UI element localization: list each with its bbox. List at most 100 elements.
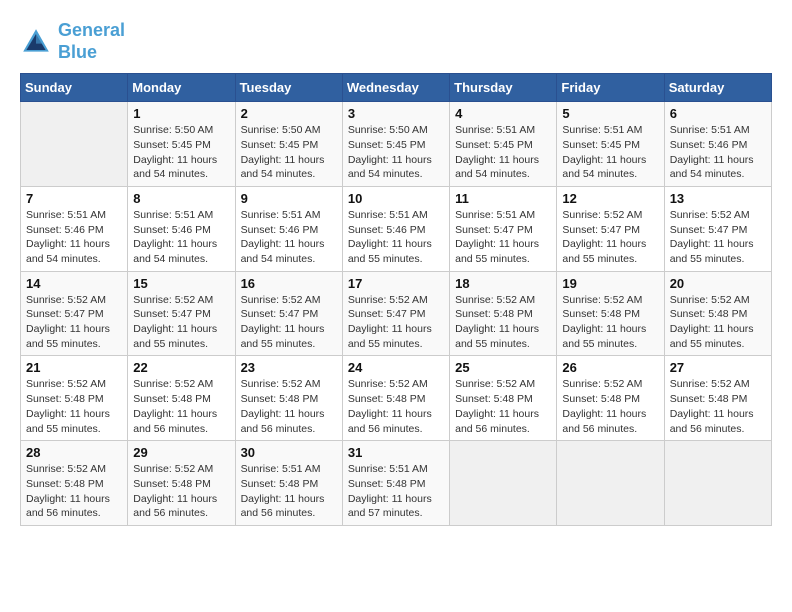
day-info: Sunrise: 5:52 AMSunset: 5:48 PMDaylight:… <box>562 377 658 436</box>
calendar-cell: 5 Sunrise: 5:51 AMSunset: 5:45 PMDaylight… <box>557 102 664 187</box>
day-number: 12 <box>562 191 658 206</box>
calendar-cell: 25 Sunrise: 5:52 AMSunset: 5:48 PMDayligh… <box>450 356 557 441</box>
day-info: Sunrise: 5:51 AMSunset: 5:48 PMDaylight:… <box>241 462 337 521</box>
calendar-cell <box>21 102 128 187</box>
day-number: 14 <box>26 276 122 291</box>
day-number: 7 <box>26 191 122 206</box>
calendar-cell: 15 Sunrise: 5:52 AMSunset: 5:47 PMDayligh… <box>128 271 235 356</box>
calendar-cell: 29 Sunrise: 5:52 AMSunset: 5:48 PMDayligh… <box>128 441 235 526</box>
calendar-cell: 30 Sunrise: 5:51 AMSunset: 5:48 PMDayligh… <box>235 441 342 526</box>
calendar-week-3: 14 Sunrise: 5:52 AMSunset: 5:47 PMDayligh… <box>21 271 772 356</box>
calendar-cell: 3 Sunrise: 5:50 AMSunset: 5:45 PMDaylight… <box>342 102 449 187</box>
calendar-week-4: 21 Sunrise: 5:52 AMSunset: 5:48 PMDayligh… <box>21 356 772 441</box>
calendar-cell: 18 Sunrise: 5:52 AMSunset: 5:48 PMDayligh… <box>450 271 557 356</box>
calendar-table: SundayMondayTuesdayWednesdayThursdayFrid… <box>20 73 772 526</box>
day-info: Sunrise: 5:51 AMSunset: 5:46 PMDaylight:… <box>133 208 229 267</box>
day-info: Sunrise: 5:51 AMSunset: 5:46 PMDaylight:… <box>241 208 337 267</box>
column-header-friday: Friday <box>557 74 664 102</box>
day-info: Sunrise: 5:51 AMSunset: 5:47 PMDaylight:… <box>455 208 551 267</box>
calendar-cell: 14 Sunrise: 5:52 AMSunset: 5:47 PMDayligh… <box>21 271 128 356</box>
logo-text: General Blue <box>58 20 125 63</box>
calendar-cell: 6 Sunrise: 5:51 AMSunset: 5:46 PMDaylight… <box>664 102 771 187</box>
day-info: Sunrise: 5:52 AMSunset: 5:48 PMDaylight:… <box>670 293 766 352</box>
day-number: 28 <box>26 445 122 460</box>
day-info: Sunrise: 5:51 AMSunset: 5:48 PMDaylight:… <box>348 462 444 521</box>
logo-icon <box>20 26 52 58</box>
calendar-cell: 20 Sunrise: 5:52 AMSunset: 5:48 PMDayligh… <box>664 271 771 356</box>
day-info: Sunrise: 5:52 AMSunset: 5:48 PMDaylight:… <box>348 377 444 436</box>
column-header-tuesday: Tuesday <box>235 74 342 102</box>
day-number: 4 <box>455 106 551 121</box>
calendar-cell: 28Sunrise: 5:52 AMSunset: 5:48 PMDayligh… <box>21 441 128 526</box>
day-info: Sunrise: 5:52 AMSunset: 5:48 PMDaylight:… <box>455 293 551 352</box>
day-number: 13 <box>670 191 766 206</box>
day-info: Sunrise: 5:51 AMSunset: 5:45 PMDaylight:… <box>562 123 658 182</box>
calendar-cell: 7 Sunrise: 5:51 AMSunset: 5:46 PMDaylight… <box>21 186 128 271</box>
day-number: 25 <box>455 360 551 375</box>
day-info: Sunrise: 5:52 AMSunset: 5:48 PMDaylight:… <box>241 377 337 436</box>
column-header-monday: Monday <box>128 74 235 102</box>
day-number: 9 <box>241 191 337 206</box>
day-number: 11 <box>455 191 551 206</box>
calendar-cell: 2Sunrise: 5:50 AMSunset: 5:45 PMDaylight… <box>235 102 342 187</box>
day-info: Sunrise: 5:50 AMSunset: 5:45 PMDaylight:… <box>348 123 444 182</box>
day-info: Sunrise: 5:50 AMSunset: 5:45 PMDaylight:… <box>133 123 229 182</box>
day-info: Sunrise: 5:52 AMSunset: 5:48 PMDaylight:… <box>562 293 658 352</box>
calendar-cell: 9 Sunrise: 5:51 AMSunset: 5:46 PMDaylight… <box>235 186 342 271</box>
day-info: Sunrise: 5:52 AMSunset: 5:48 PMDaylight:… <box>26 377 122 436</box>
day-info: Sunrise: 5:51 AMSunset: 5:46 PMDaylight:… <box>670 123 766 182</box>
day-info: Sunrise: 5:51 AMSunset: 5:46 PMDaylight:… <box>26 208 122 267</box>
calendar-cell: 26Sunrise: 5:52 AMSunset: 5:48 PMDayligh… <box>557 356 664 441</box>
day-number: 15 <box>133 276 229 291</box>
calendar-cell: 13Sunrise: 5:52 AMSunset: 5:47 PMDayligh… <box>664 186 771 271</box>
day-number: 30 <box>241 445 337 460</box>
day-info: Sunrise: 5:52 AMSunset: 5:48 PMDaylight:… <box>133 462 229 521</box>
day-number: 20 <box>670 276 766 291</box>
calendar-cell: 27Sunrise: 5:52 AMSunset: 5:48 PMDayligh… <box>664 356 771 441</box>
day-number: 17 <box>348 276 444 291</box>
day-number: 3 <box>348 106 444 121</box>
calendar-cell: 24 Sunrise: 5:52 AMSunset: 5:48 PMDayligh… <box>342 356 449 441</box>
calendar-cell: 22Sunrise: 5:52 AMSunset: 5:48 PMDayligh… <box>128 356 235 441</box>
calendar-cell: 8 Sunrise: 5:51 AMSunset: 5:46 PMDaylight… <box>128 186 235 271</box>
logo: General Blue <box>20 20 125 63</box>
day-info: Sunrise: 5:52 AMSunset: 5:47 PMDaylight:… <box>26 293 122 352</box>
day-number: 21 <box>26 360 122 375</box>
day-number: 5 <box>562 106 658 121</box>
calendar-cell: 10Sunrise: 5:51 AMSunset: 5:46 PMDayligh… <box>342 186 449 271</box>
calendar-week-5: 28 Sunrise: 5:52 AMSunset: 5:48 PMDayligh… <box>21 441 772 526</box>
day-info: Sunrise: 5:52 AMSunset: 5:47 PMDaylight:… <box>241 293 337 352</box>
day-number: 8 <box>133 191 229 206</box>
day-number: 31 <box>348 445 444 460</box>
day-number: 29 <box>133 445 229 460</box>
day-info: Sunrise: 5:52 AMSunset: 5:48 PMDaylight:… <box>670 377 766 436</box>
calendar-cell <box>450 441 557 526</box>
calendar-cell: 17Sunrise: 5:52 AMSunset: 5:47 PMDayligh… <box>342 271 449 356</box>
calendar-cell <box>664 441 771 526</box>
day-number: 23 <box>241 360 337 375</box>
calendar-cell: 19 Sunrise: 5:52 AMSunset: 5:48 PMDayligh… <box>557 271 664 356</box>
page-header: General Blue <box>20 20 772 63</box>
calendar-week-2: 7 Sunrise: 5:51 AMSunset: 5:46 PMDaylight… <box>21 186 772 271</box>
day-number: 19 <box>562 276 658 291</box>
calendar-cell: 21 Sunrise: 5:52 AMSunset: 5:48 PMDayligh… <box>21 356 128 441</box>
day-info: Sunrise: 5:52 AMSunset: 5:48 PMDaylight:… <box>133 377 229 436</box>
calendar-cell: 1Sunrise: 5:50 AMSunset: 5:45 PMDaylight… <box>128 102 235 187</box>
day-number: 24 <box>348 360 444 375</box>
calendar-cell: 23 Sunrise: 5:52 AMSunset: 5:48 PMDayligh… <box>235 356 342 441</box>
day-info: Sunrise: 5:52 AMSunset: 5:48 PMDaylight:… <box>455 377 551 436</box>
day-info: Sunrise: 5:52 AMSunset: 5:47 PMDaylight:… <box>562 208 658 267</box>
day-info: Sunrise: 5:51 AMSunset: 5:45 PMDaylight:… <box>455 123 551 182</box>
calendar-week-1: 1Sunrise: 5:50 AMSunset: 5:45 PMDaylight… <box>21 102 772 187</box>
calendar-cell: 4 Sunrise: 5:51 AMSunset: 5:45 PMDaylight… <box>450 102 557 187</box>
day-info: Sunrise: 5:50 AMSunset: 5:45 PMDaylight:… <box>241 123 337 182</box>
day-number: 6 <box>670 106 766 121</box>
column-header-wednesday: Wednesday <box>342 74 449 102</box>
column-header-saturday: Saturday <box>664 74 771 102</box>
day-number: 18 <box>455 276 551 291</box>
column-header-thursday: Thursday <box>450 74 557 102</box>
day-info: Sunrise: 5:52 AMSunset: 5:47 PMDaylight:… <box>133 293 229 352</box>
day-number: 10 <box>348 191 444 206</box>
calendar-cell: 12 Sunrise: 5:52 AMSunset: 5:47 PMDayligh… <box>557 186 664 271</box>
calendar-cell: 11 Sunrise: 5:51 AMSunset: 5:47 PMDayligh… <box>450 186 557 271</box>
